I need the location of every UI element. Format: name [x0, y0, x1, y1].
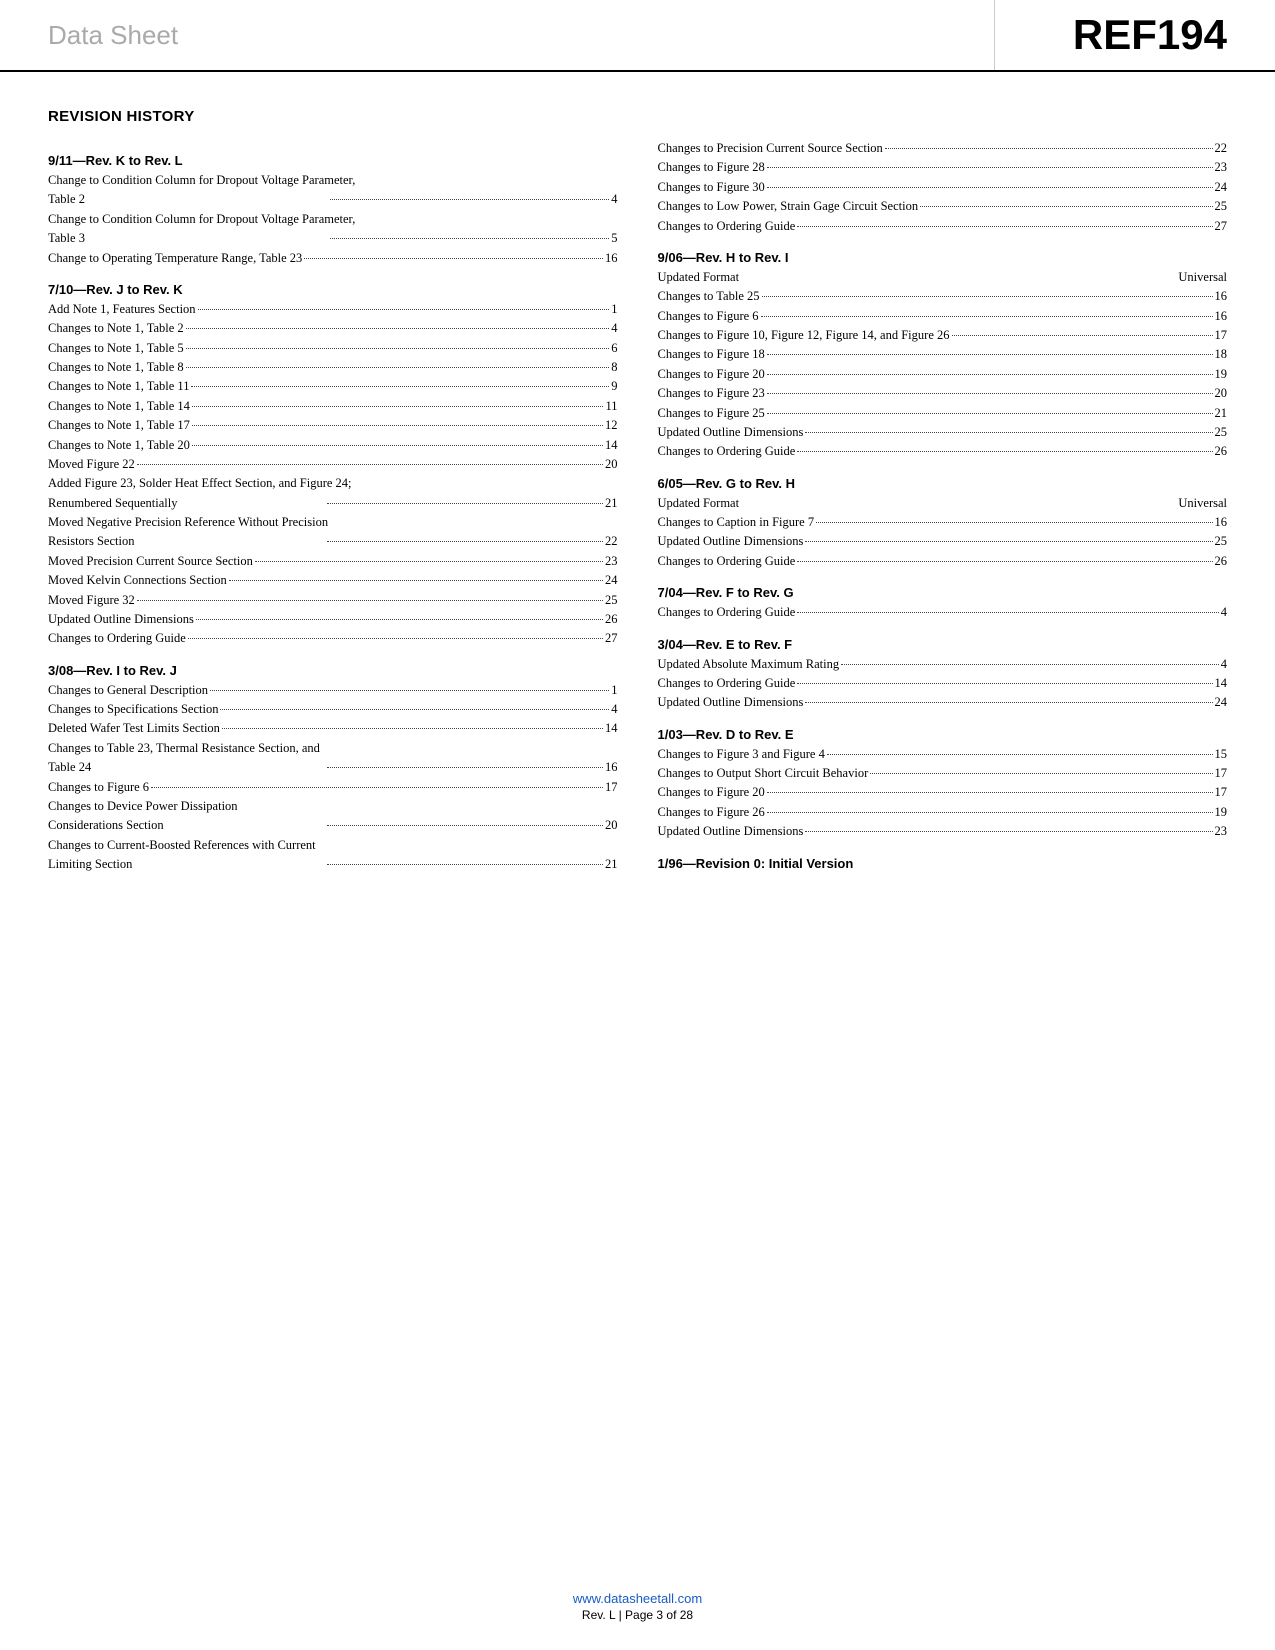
list-item: Table 2 4 [48, 190, 618, 209]
list-item: Deleted Wafer Test Limits Section 14 [48, 719, 618, 738]
list-item: Updated Absolute Maximum Rating 4 [658, 655, 1228, 674]
list-item: Change to Condition Column for Dropout V… [48, 171, 618, 190]
footer-url[interactable]: www.datasheetall.com [573, 1591, 702, 1606]
header-left: Data Sheet [0, 0, 995, 70]
list-item: Changes to Figure 20 19 [658, 365, 1228, 384]
list-item: Updated Outline Dimensions 26 [48, 610, 618, 629]
header-title: Data Sheet [48, 20, 178, 51]
section-heading-103: 1/03—Rev. D to Rev. E [658, 727, 1228, 742]
list-item: Updated Format Universal [658, 268, 1228, 287]
two-column-layout: 9/11—Rev. K to Rev. L Change to Conditio… [48, 139, 1227, 874]
list-item: Changes to Ordering Guide 27 [48, 629, 618, 648]
list-item: Added Figure 23, Solder Heat Effect Sect… [48, 474, 618, 493]
list-item: Table 24 16 [48, 758, 618, 777]
list-item: Changes to Current-Boosted References wi… [48, 836, 618, 855]
list-item: Resistors Section 22 [48, 532, 618, 551]
list-item: Considerations Section 20 [48, 816, 618, 835]
list-item: Changes to Low Power, Strain Gage Circui… [658, 197, 1228, 216]
list-item: Changes to Ordering Guide 4 [658, 603, 1228, 622]
list-item: Changes to Figure 30 24 [658, 178, 1228, 197]
section-heading-710: 7/10—Rev. J to Rev. K [48, 282, 618, 297]
left-column: 9/11—Rev. K to Rev. L Change to Conditio… [48, 139, 618, 874]
section-heading-704: 7/04—Rev. F to Rev. G [658, 585, 1228, 600]
part-number: REF194 [1073, 11, 1227, 59]
section-heading-196: 1/96—Revision 0: Initial Version [658, 856, 1228, 871]
list-item: Changes to Ordering Guide 26 [658, 442, 1228, 461]
list-item: Changes to Ordering Guide 26 [658, 552, 1228, 571]
list-item: Changes to Note 1, Table 2 4 [48, 319, 618, 338]
list-item: Changes to General Description 1 [48, 681, 618, 700]
list-item: Changes to Precision Current Source Sect… [658, 139, 1228, 158]
list-item: Changes to Table 23, Thermal Resistance … [48, 739, 618, 758]
list-item: Changes to Figure 10, Figure 12, Figure … [658, 326, 1228, 345]
list-item: Changes to Note 1, Table 11 9 [48, 377, 618, 396]
right-column: Changes to Precision Current Source Sect… [658, 139, 1228, 874]
list-item: Add Note 1, Features Section 1 [48, 300, 618, 319]
list-item: Updated Outline Dimensions 25 [658, 423, 1228, 442]
list-item: Changes to Figure 18 18 [658, 345, 1228, 364]
list-item: Updated Outline Dimensions 25 [658, 532, 1228, 551]
page: Data Sheet REF194 REVISION HISTORY 9/11—… [0, 0, 1275, 1650]
list-item: Changes to Figure 3 and Figure 4 15 [658, 745, 1228, 764]
section-heading-304: 3/04—Rev. E to Rev. F [658, 637, 1228, 652]
list-item: Changes to Figure 28 23 [658, 158, 1228, 177]
list-item: Changes to Ordering Guide 27 [658, 217, 1228, 236]
list-item: Changes to Figure 6 17 [48, 778, 618, 797]
list-item: Moved Precision Current Source Section 2… [48, 552, 618, 571]
list-item: Moved Figure 32 25 [48, 591, 618, 610]
header-right: REF194 [995, 0, 1275, 70]
list-item: Change to Operating Temperature Range, T… [48, 249, 618, 268]
revision-history-title: REVISION HISTORY [48, 108, 1227, 125]
footer-sub: Rev. L | Page 3 of 28 [0, 1608, 1275, 1622]
list-item: Changes to Figure 20 17 [658, 783, 1228, 802]
list-item: Changes to Figure 25 21 [658, 404, 1228, 423]
section-heading-906: 9/06—Rev. H to Rev. I [658, 250, 1228, 265]
list-item: Changes to Note 1, Table 8 8 [48, 358, 618, 377]
list-item: Change to Condition Column for Dropout V… [48, 210, 618, 229]
section-heading-308: 3/08—Rev. I to Rev. J [48, 663, 618, 678]
list-item: Changes to Output Short Circuit Behavior… [658, 764, 1228, 783]
list-item: Changes to Specifications Section 4 [48, 700, 618, 719]
list-item: Updated Outline Dimensions 23 [658, 822, 1228, 841]
list-item: Renumbered Sequentially 21 [48, 494, 618, 513]
list-item: Moved Kelvin Connections Section 24 [48, 571, 618, 590]
list-item: Moved Figure 22 20 [48, 455, 618, 474]
list-item: Changes to Figure 23 20 [658, 384, 1228, 403]
list-item: Changes to Note 1, Table 14 11 [48, 397, 618, 416]
list-item: Changes to Note 1, Table 17 12 [48, 416, 618, 435]
list-item: Changes to Note 1, Table 20 14 [48, 436, 618, 455]
list-item: Changes to Figure 6 16 [658, 307, 1228, 326]
list-item: Limiting Section 21 [48, 855, 618, 874]
section-heading-605: 6/05—Rev. G to Rev. H [658, 476, 1228, 491]
list-item: Moved Negative Precision Reference Witho… [48, 513, 618, 532]
page-content: REVISION HISTORY 9/11—Rev. K to Rev. L C… [0, 72, 1275, 934]
list-item: Changes to Caption in Figure 7 16 [658, 513, 1228, 532]
list-item: Changes to Note 1, Table 5 6 [48, 339, 618, 358]
list-item: Updated Outline Dimensions 24 [658, 693, 1228, 712]
list-item: Updated Format Universal [658, 494, 1228, 513]
list-item: Changes to Device Power Dissipation [48, 797, 618, 816]
section-heading-911: 9/11—Rev. K to Rev. L [48, 153, 618, 168]
list-item: Changes to Figure 26 19 [658, 803, 1228, 822]
list-item: Table 3 5 [48, 229, 618, 248]
list-item: Changes to Ordering Guide 14 [658, 674, 1228, 693]
page-footer: www.datasheetall.com Rev. L | Page 3 of … [0, 1591, 1275, 1622]
list-item: Changes to Table 25 16 [658, 287, 1228, 306]
page-header: Data Sheet REF194 [0, 0, 1275, 72]
